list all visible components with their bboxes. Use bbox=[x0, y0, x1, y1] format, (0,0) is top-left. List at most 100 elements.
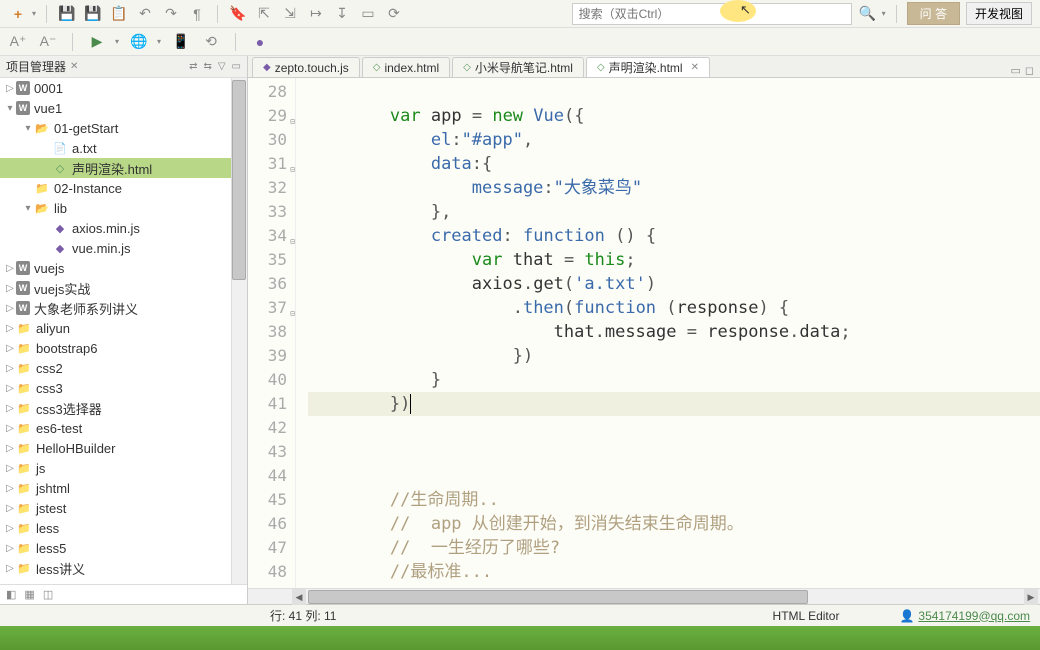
expander-icon[interactable]: ▷ bbox=[4, 283, 16, 294]
tree-item[interactable]: ▷📁css3 bbox=[0, 378, 247, 398]
new-icon[interactable]: + bbox=[8, 4, 28, 24]
code-line[interactable]: // app 从创建开始，到消失结束生命周期。 bbox=[308, 512, 1040, 536]
dropdown-icon[interactable]: ▾ bbox=[115, 37, 119, 46]
code-line[interactable] bbox=[308, 464, 1040, 488]
code-editor[interactable]: 2829⊟3031⊟323334⊟353637⊟3839404142434445… bbox=[248, 78, 1040, 588]
dev-view-button[interactable]: 开发视图 bbox=[966, 2, 1032, 25]
preview-icon[interactable]: ▭ bbox=[358, 4, 378, 24]
expander-icon[interactable]: ▷ bbox=[4, 323, 16, 334]
expander-icon[interactable]: ▷ bbox=[4, 443, 16, 454]
expander-icon[interactable]: ▷ bbox=[4, 423, 16, 434]
expander-icon[interactable]: ▷ bbox=[4, 303, 16, 314]
code-line[interactable]: // 一生经历了哪些? bbox=[308, 536, 1040, 560]
save-icon[interactable]: 💾 bbox=[57, 4, 77, 24]
code-line[interactable]: axios.get('a.txt') bbox=[308, 272, 1040, 296]
expander-icon[interactable]: ▾ bbox=[4, 103, 16, 114]
run-icon[interactable]: ▶ bbox=[87, 32, 107, 52]
fold-icon[interactable]: ⊟ bbox=[290, 110, 295, 134]
eclipse-icon[interactable]: ● bbox=[250, 32, 270, 52]
tree-item[interactable]: ▷Wvuejs bbox=[0, 258, 247, 278]
footer-icon[interactable]: ◧ bbox=[6, 588, 16, 601]
undo-icon[interactable]: ↶ bbox=[135, 4, 155, 24]
tree-item[interactable]: ▷Wvuejs实战 bbox=[0, 278, 247, 298]
maximize-icon[interactable]: ◻ bbox=[1025, 64, 1034, 77]
expander-icon[interactable]: ▷ bbox=[4, 583, 16, 585]
editor-tab[interactable]: ◇声明渲染.html✕ bbox=[586, 57, 710, 77]
scroll-right-icon[interactable]: ▶ bbox=[1024, 589, 1038, 605]
tree-item[interactable]: ▷📁less5 bbox=[0, 538, 247, 558]
close-icon[interactable]: ✕ bbox=[691, 62, 699, 73]
tree-item[interactable]: 📄a.txt bbox=[0, 138, 247, 158]
menu-icon[interactable]: ▽ bbox=[218, 61, 226, 72]
code-line[interactable]: }) bbox=[308, 344, 1040, 368]
bookmark-icon[interactable]: 🔖 bbox=[228, 4, 248, 24]
fold-icon[interactable]: ⊟ bbox=[290, 230, 295, 254]
tree-item[interactable]: ▷📁less bbox=[0, 518, 247, 538]
expander-icon[interactable]: ▷ bbox=[4, 563, 16, 574]
code-line[interactable]: data:{ bbox=[308, 152, 1040, 176]
expander-icon[interactable]: ▷ bbox=[4, 383, 16, 394]
search-icon[interactable]: 🔍 bbox=[858, 4, 878, 24]
minimize-icon[interactable]: ▭ bbox=[1010, 64, 1020, 77]
expander-icon[interactable]: ▷ bbox=[4, 363, 16, 374]
scrollbar-thumb[interactable] bbox=[308, 590, 808, 604]
code-line[interactable] bbox=[308, 80, 1040, 104]
dropdown-icon[interactable]: ▾ bbox=[32, 9, 36, 18]
editor-tab[interactable]: ◆zepto.touch.js bbox=[252, 57, 360, 77]
code-line[interactable]: message:"大象菜鸟" bbox=[308, 176, 1040, 200]
code-line[interactable]: el:"#app", bbox=[308, 128, 1040, 152]
import-icon[interactable]: ⇲ bbox=[280, 4, 300, 24]
scroll-left-icon[interactable]: ◀ bbox=[292, 589, 306, 605]
format-icon[interactable]: ¶ bbox=[187, 4, 207, 24]
font-decrease-icon[interactable]: A⁻ bbox=[38, 32, 58, 52]
editor-tab[interactable]: ◇index.html bbox=[362, 57, 450, 77]
tree-item[interactable]: ▷📁mvvm bbox=[0, 578, 247, 584]
dropdown-icon[interactable]: ▾ bbox=[157, 37, 161, 46]
redo-icon[interactable]: ↷ bbox=[161, 4, 181, 24]
tree-item[interactable]: ▷📁es6-test bbox=[0, 418, 247, 438]
step-into-icon[interactable]: ↧ bbox=[332, 4, 352, 24]
fold-icon[interactable]: ⊟ bbox=[290, 158, 295, 182]
expander-icon[interactable]: ▷ bbox=[4, 503, 16, 514]
code-line[interactable]: created: function () { bbox=[308, 224, 1040, 248]
horizontal-scrollbar[interactable]: ◀ ▶ bbox=[248, 588, 1040, 604]
contact-link[interactable]: 354174199@qq.com bbox=[918, 609, 1030, 623]
dropdown-icon[interactable]: ▾ bbox=[882, 9, 886, 18]
footer-icon[interactable]: ▦ bbox=[24, 588, 34, 601]
code-line[interactable]: var that = this; bbox=[308, 248, 1040, 272]
minimize-icon[interactable]: ▭ bbox=[232, 61, 241, 72]
scrollbar[interactable] bbox=[231, 78, 247, 584]
tree-item[interactable]: ▷📁jstest bbox=[0, 498, 247, 518]
collapse-icon[interactable]: ⇄ bbox=[189, 61, 197, 72]
expander-icon[interactable]: ▷ bbox=[4, 263, 16, 274]
expander-icon[interactable]: ▷ bbox=[4, 483, 16, 494]
tree-item[interactable]: ▷📁css3选择器 bbox=[0, 398, 247, 418]
editor-tab[interactable]: ◇小米导航笔记.html bbox=[452, 57, 584, 77]
fold-icon[interactable]: ⊟ bbox=[290, 302, 295, 326]
tree-item[interactable]: ▾📂01-getStart bbox=[0, 118, 247, 138]
save-all-icon[interactable]: 💾 bbox=[83, 4, 103, 24]
copy-icon[interactable]: 📋 bbox=[109, 4, 129, 24]
code-line[interactable] bbox=[308, 416, 1040, 440]
tree-item[interactable]: ◆vue.min.js bbox=[0, 238, 247, 258]
code-line[interactable]: //生命周期.. bbox=[308, 488, 1040, 512]
font-increase-icon[interactable]: A⁺ bbox=[8, 32, 28, 52]
code-line[interactable]: } bbox=[308, 368, 1040, 392]
tree-item[interactable]: ◇声明渲染.html bbox=[0, 158, 247, 178]
expander-icon[interactable]: ▷ bbox=[4, 463, 16, 474]
code-line[interactable]: }) bbox=[308, 392, 1040, 416]
sync-icon[interactable]: ⟲ bbox=[201, 32, 221, 52]
expander-icon[interactable]: ▷ bbox=[4, 83, 16, 94]
device-icon[interactable]: 📱 bbox=[171, 32, 191, 52]
step-over-icon[interactable]: ↦ bbox=[306, 4, 326, 24]
chrome-icon[interactable]: 🌐 bbox=[129, 32, 149, 52]
tree-item[interactable]: ◆axios.min.js bbox=[0, 218, 247, 238]
expander-icon[interactable]: ▷ bbox=[4, 523, 16, 534]
qa-button[interactable]: 问 答 bbox=[907, 2, 960, 25]
code-line[interactable] bbox=[308, 440, 1040, 464]
tree-item[interactable]: ▷📁js bbox=[0, 458, 247, 478]
scrollbar-thumb[interactable] bbox=[232, 80, 246, 280]
expander-icon[interactable]: ▷ bbox=[4, 343, 16, 354]
code-content[interactable]: var app = new Vue({ el:"#app", data:{ me… bbox=[296, 78, 1040, 588]
close-icon[interactable]: ✕ bbox=[70, 61, 78, 72]
